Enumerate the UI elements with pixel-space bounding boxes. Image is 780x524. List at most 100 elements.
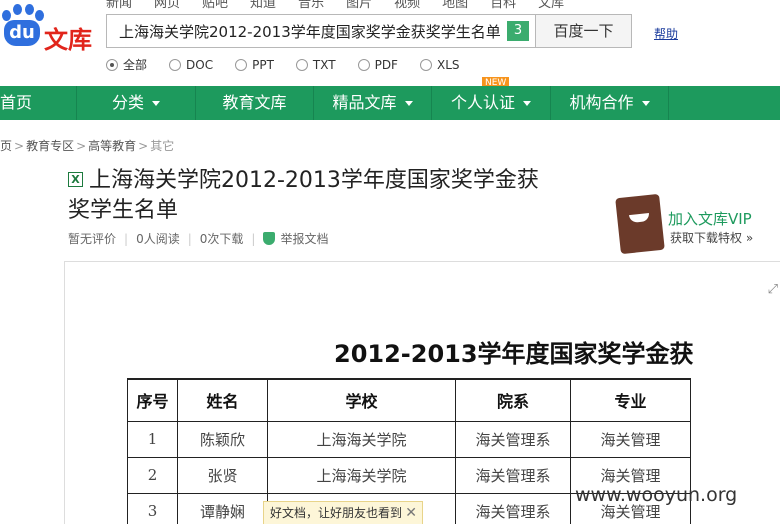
page-title: X 上海海关学院2012-2013学年度国家奖学金获奖学生名单 — [68, 166, 548, 226]
logo-wenku: 文库 — [44, 26, 92, 54]
report-link[interactable]: 举报文档 — [263, 232, 328, 246]
col-header-index: 序号 — [127, 378, 178, 422]
filter-label: XLS — [436, 57, 460, 72]
breadcrumb-home[interactable]: 页 — [0, 139, 12, 153]
breadcrumb-other[interactable]: 其它 — [150, 139, 174, 153]
top-link-music[interactable]: 音乐 — [298, 0, 324, 11]
logo-du: du — [4, 20, 40, 46]
cell-major: 海关管理 — [570, 420, 691, 458]
vip-privilege-label: 获取下载特权 » — [670, 231, 754, 245]
breadcrumb-higher-ed[interactable]: 高等教育 — [88, 139, 136, 153]
radio-icon — [357, 58, 370, 71]
search-button[interactable]: 百度一下 — [535, 14, 632, 48]
wenku-page: 新闻 网页 贴吧 知道 音乐 图片 视频 地图 百科 文库 du 文库 上海海关学院2012-20… — [0, 0, 780, 524]
doc-meta: 暂无评价 | 0人阅读 | 0次下载 | 举报文档 — [68, 230, 328, 247]
close-icon[interactable]: ✕ — [405, 502, 417, 524]
vip-join-label: 加入文库VIP — [668, 210, 752, 228]
breadcrumb-separator: > — [14, 139, 25, 153]
filter-label: 全部 — [123, 58, 148, 72]
radio-icon — [419, 58, 432, 71]
filter-label: DOC — [186, 57, 214, 72]
rating: 暂无评价 — [68, 232, 117, 246]
main-nav: 首页 分类 教育文库 精品文库 个人认证 机构合作 — [0, 86, 780, 120]
cell-department: 海关管理系 — [455, 420, 571, 458]
cell-index: 2 — [127, 456, 178, 494]
meta-divider: | — [251, 232, 256, 246]
cell-school: 上海海关学院 — [267, 456, 456, 494]
filter-pdf[interactable]: PDF — [357, 58, 398, 72]
meta-divider: | — [187, 232, 192, 246]
top-link-map[interactable]: 地图 — [442, 0, 468, 11]
read-count: 0人阅读 — [136, 232, 180, 246]
paw-toe — [25, 4, 34, 15]
table-header-row: 序号 姓名 学校 院系 专业 — [127, 378, 691, 422]
book-mascot-icon — [615, 193, 665, 255]
table-row: 1 陈颖欣 上海海关学院 海关管理系 海关管理 — [127, 420, 691, 458]
caret-down-icon — [523, 101, 531, 106]
top-link-image[interactable]: 图片 — [346, 0, 372, 11]
result-count-badge: 3 — [507, 21, 529, 41]
filter-doc[interactable]: DOC — [169, 58, 213, 72]
shield-icon — [263, 232, 276, 245]
help-link[interactable]: 帮助 — [654, 25, 678, 42]
filter-ppt[interactable]: PPT — [235, 58, 274, 72]
radio-selected-icon — [106, 58, 118, 71]
radio-icon — [295, 58, 308, 71]
download-count: 0次下载 — [199, 232, 244, 246]
filter-all[interactable]: 全部 — [106, 56, 147, 73]
cell-department: 海关管理系 — [455, 456, 571, 494]
baidu-wenku-logo[interactable]: du 文库 — [0, 2, 100, 54]
top-link-zhidao[interactable]: 知道 — [250, 0, 276, 11]
cell-index: 3 — [127, 492, 178, 524]
doc-title-text: 上海海关学院2012-2013学年度国家奖学金获奖学生名单 — [68, 168, 539, 223]
search-input-value: 上海海关学院2012-2013学年度国家奖学金获奖学生名单 — [119, 23, 501, 41]
top-link-news[interactable]: 新闻 — [106, 0, 132, 11]
search-input[interactable]: 上海海关学院2012-2013学年度国家奖学金获奖学生名单 3 — [106, 14, 536, 48]
radio-icon — [235, 58, 248, 71]
share-tip-text: 好文档，让好朋友也看到 — [270, 506, 403, 520]
nav-item-label: 机构合作 — [569, 93, 634, 112]
nav-item-personal-cert[interactable]: 个人认证 — [432, 86, 550, 120]
breadcrumb: 页 > 教育专区 > 高等教育 > 其它 — [0, 137, 174, 154]
top-link-baike[interactable]: 百科 — [490, 0, 516, 11]
nav-item-label: 个人认证 — [450, 93, 515, 112]
caret-down-icon — [152, 101, 160, 106]
vip-promo[interactable]: 加入文库VIP 获取下载特权 » — [615, 193, 778, 256]
breadcrumb-separator: > — [138, 139, 149, 153]
report-label: 举报文档 — [280, 232, 329, 246]
meta-divider: | — [124, 232, 129, 246]
caret-down-icon — [404, 101, 413, 106]
filter-label: TXT — [312, 57, 336, 72]
nav-item-premium[interactable]: 精品文库 — [314, 86, 431, 120]
preview-heading: 2012-2013学年度国家奖学金获 — [334, 340, 694, 368]
paw-toe — [13, 4, 22, 15]
paw-toe — [2, 10, 11, 21]
nav-item-category[interactable]: 分类 — [77, 86, 195, 120]
fullscreen-icon[interactable]: ⤢ — [768, 282, 778, 297]
nav-item-label: 精品文库 — [332, 93, 397, 112]
paw-toe — [35, 10, 44, 21]
caret-down-icon — [641, 101, 650, 106]
top-link-web[interactable]: 网页 — [154, 0, 180, 11]
top-link-tieba[interactable]: 贴吧 — [202, 0, 228, 11]
nav-item-education[interactable]: 教育文库 — [196, 86, 313, 120]
top-link-video[interactable]: 视频 — [394, 0, 420, 11]
nav-item-home[interactable]: 首页 — [0, 86, 34, 120]
filter-txt[interactable]: TXT — [295, 57, 336, 72]
share-tooltip[interactable]: 好文档，让好朋友也看到 ✕ — [263, 501, 423, 524]
filter-xls[interactable]: XLS — [419, 57, 460, 72]
cell-name: 陈颖欣 — [177, 420, 268, 458]
doc-type-filters: 全部 DOC PPT TXT PDF XLS — [106, 56, 482, 74]
xls-file-icon: X — [68, 172, 83, 187]
top-link-wenku[interactable]: 文库 — [538, 0, 564, 11]
cell-department: 海关管理系 — [455, 492, 571, 524]
cell-name: 谭静娴 — [177, 492, 268, 524]
top-links: 新闻 网页 贴吧 知道 音乐 图片 视频 地图 百科 文库 — [106, 0, 586, 11]
cell-school: 上海海关学院 — [267, 420, 456, 458]
col-header-school: 学校 — [267, 378, 456, 422]
filter-label: PPT — [252, 57, 274, 72]
col-header-name: 姓名 — [177, 378, 268, 422]
breadcrumb-edu[interactable]: 教育专区 — [26, 139, 74, 153]
cell-index: 1 — [127, 420, 178, 458]
nav-item-org-coop[interactable]: 机构合作 — [551, 86, 668, 120]
